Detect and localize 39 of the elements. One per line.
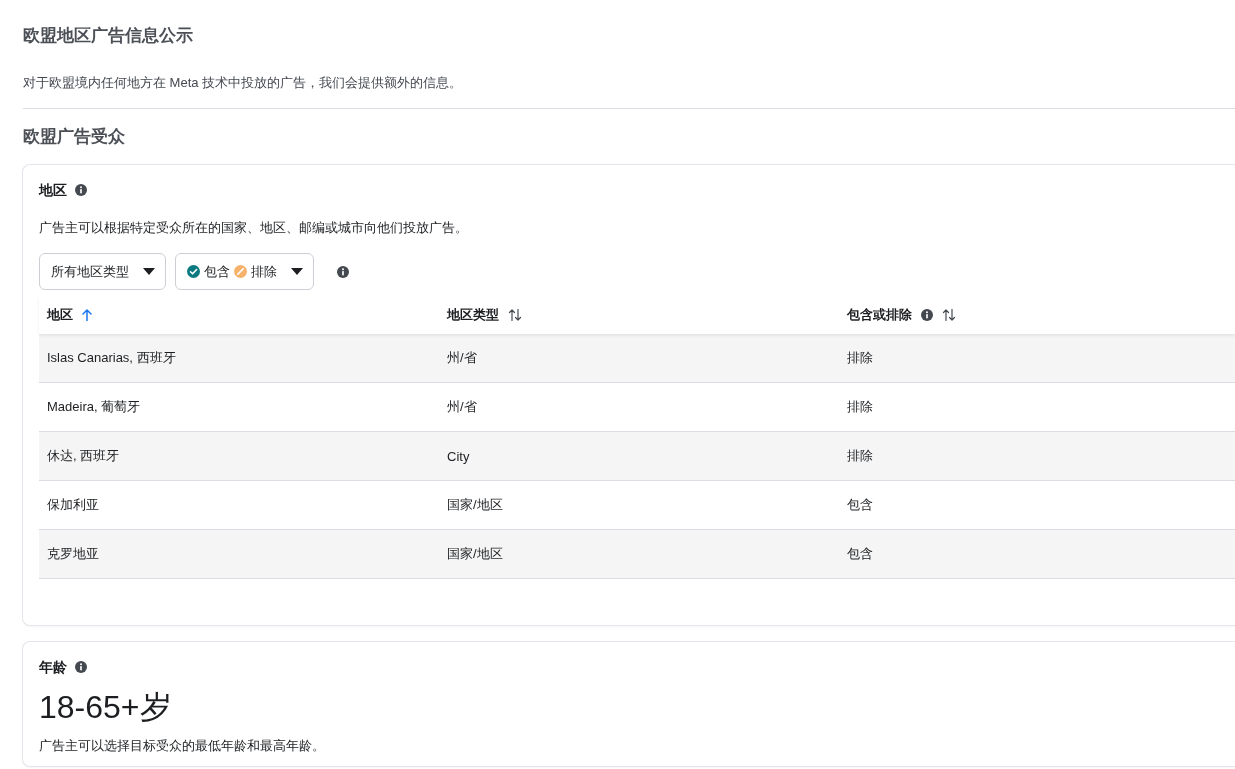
info-icon[interactable] xyxy=(337,265,349,278)
page-title: 欧盟地区广告信息公示 xyxy=(23,25,193,47)
table-cell: 国家/地区 xyxy=(447,496,503,514)
table-cell: 克罗地亚 xyxy=(47,545,99,563)
table-cell: 排除 xyxy=(847,398,873,416)
table-cell: 排除 xyxy=(847,349,873,367)
age-range-value: 18-65+岁 xyxy=(39,688,172,726)
column-header[interactable]: 地区 xyxy=(39,296,439,334)
table-cell: 包含 xyxy=(847,496,873,514)
table-cell: 保加利亚 xyxy=(47,496,99,514)
include-exclude-dropdown[interactable]: 包含 排除 xyxy=(175,253,314,290)
page-description: 对于欧盟境内任何地方在 Meta 技术中投放的广告，我们会提供额外的信息。 xyxy=(23,74,463,91)
section-title: 欧盟广告受众 xyxy=(23,126,125,148)
table-cell: 包含 xyxy=(847,545,873,563)
sort-up-arrow-icon[interactable] xyxy=(82,309,92,321)
card-description: 广告主可以根据特定受众所在的国家、地区、邮编或城市向他们投放广告。 xyxy=(39,219,468,236)
column-header[interactable]: 地区类型 xyxy=(439,296,839,334)
region-type-dropdown[interactable]: 所有地区类型 xyxy=(39,253,166,290)
caret-icon xyxy=(143,268,155,275)
card-title: 年龄 xyxy=(39,658,67,677)
info-icon[interactable] xyxy=(75,184,87,196)
table-cell: Islas Canarias, 西班牙 xyxy=(47,349,176,367)
table-cell: 州/省 xyxy=(447,349,477,367)
table-cell: 排除 xyxy=(847,447,873,465)
table-cell: City xyxy=(447,448,470,464)
slash-circle-icon xyxy=(234,265,247,278)
sort-arrows-icon[interactable] xyxy=(942,309,956,321)
card-description: 广告主可以选择目标受众的最低年龄和最高年龄。 xyxy=(39,737,325,754)
column-header[interactable]: 包含或排除 xyxy=(839,296,1235,334)
table-cell: 休达, 西班牙 xyxy=(47,447,120,465)
table-cell: 州/省 xyxy=(447,398,477,416)
sort-arrows-icon[interactable] xyxy=(508,309,522,321)
info-icon[interactable] xyxy=(75,661,87,673)
table-cell: 国家/地区 xyxy=(447,545,503,563)
info-icon[interactable] xyxy=(921,309,933,321)
caret-icon xyxy=(291,268,303,275)
card-title: 地区 xyxy=(39,181,67,200)
check-circle-icon xyxy=(187,265,200,278)
table-cell: Madeira, 葡萄牙 xyxy=(47,398,141,416)
